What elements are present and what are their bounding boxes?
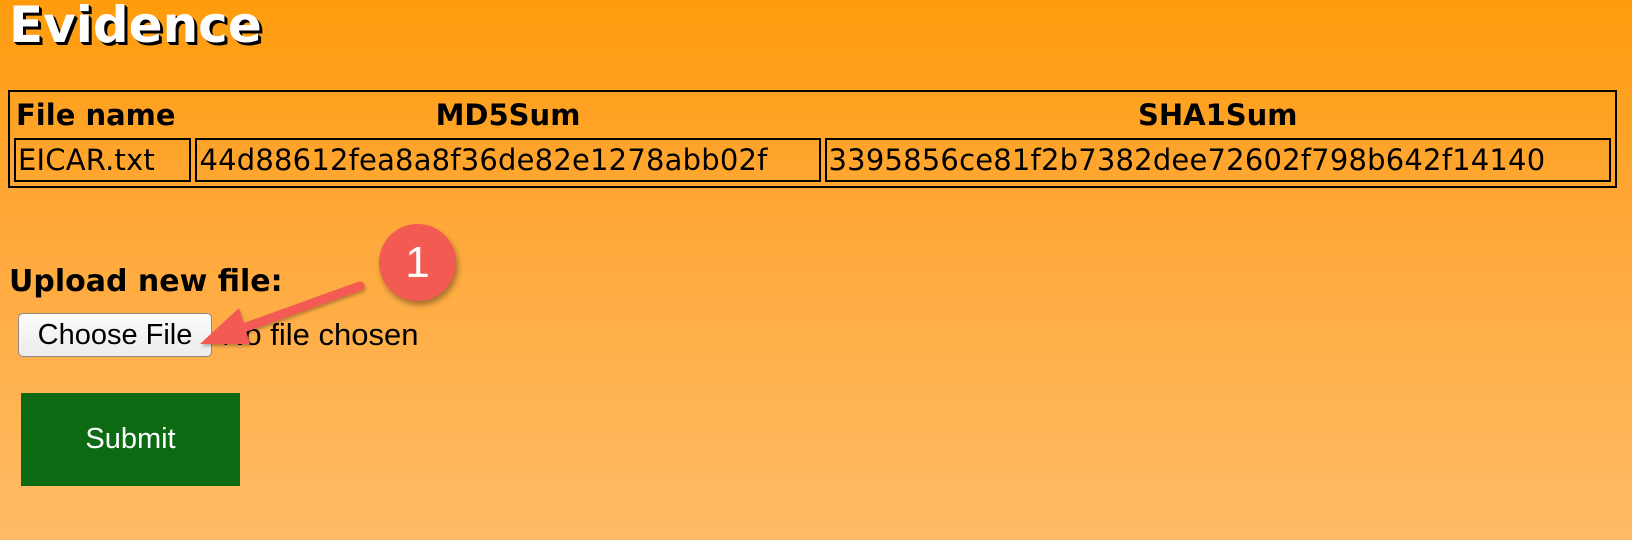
cell-sha1sum: 3395856ce81f2b7382dee72602f798b642f14140	[824, 138, 1611, 182]
header-md5sum: MD5Sum	[435, 98, 581, 132]
header-sha1sum: SHA1Sum	[1137, 98, 1298, 132]
cell-md5sum: 44d88612fea8a8f36de82e1278abb02f	[195, 138, 821, 182]
table-header-row: File name MD5Sum SHA1Sum	[14, 96, 1611, 134]
cell-file-name: EICAR.txt	[14, 138, 192, 182]
page-title: Evidence	[9, 0, 262, 54]
upload-label: Upload new file:	[9, 264, 283, 299]
file-status-text: No file chosen	[222, 317, 419, 352]
table-row: EICAR.txt 44d88612fea8a8f36de82e1278abb0…	[14, 138, 1611, 182]
evidence-table: File name MD5Sum SHA1Sum EICAR.txt 44d88…	[8, 90, 1617, 188]
header-file-name: File name	[16, 98, 176, 132]
choose-file-button[interactable]: Choose File	[18, 313, 212, 357]
submit-button[interactable]: Submit	[21, 393, 240, 486]
file-input[interactable]: Choose File No file chosen	[18, 313, 418, 357]
annotation-badge-1: 1	[379, 224, 456, 301]
